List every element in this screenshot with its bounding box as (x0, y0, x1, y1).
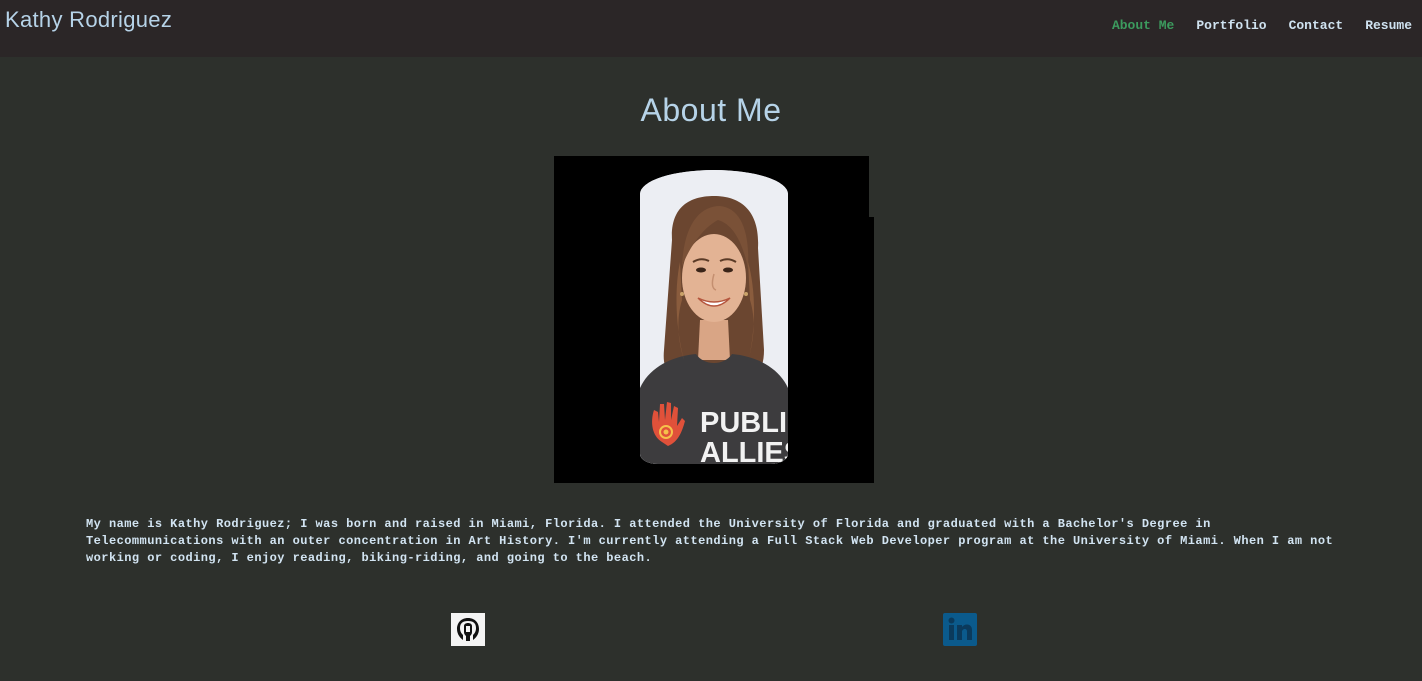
nav-links: About Me Portfolio Contact Resume (1112, 18, 1412, 33)
github-icon (451, 613, 485, 646)
portrait-image: PUBLIC ALLIES (640, 170, 788, 464)
linkedin-link[interactable] (943, 613, 977, 646)
page-title: About Me (640, 92, 782, 128)
linkedin-icon (943, 613, 977, 646)
nav-about-me[interactable]: About Me (1112, 18, 1174, 33)
photo-notch (869, 156, 874, 217)
shirt-text-top: PUBLIC (700, 407, 788, 439)
profile-photo: PUBLIC ALLIES (554, 156, 874, 483)
shirt-text-bottom: ALLIES (700, 437, 788, 464)
bio-paragraph: My name is Kathy Rodriguez; I was born a… (86, 517, 1334, 565)
nav-resume[interactable]: Resume (1365, 18, 1412, 33)
site-brand[interactable]: Kathy Rodriguez (5, 7, 172, 33)
nav-contact[interactable]: Contact (1289, 18, 1344, 33)
github-link[interactable] (451, 613, 485, 646)
top-navbar: Kathy Rodriguez About Me Portfolio Conta… (0, 0, 1422, 57)
nav-portfolio[interactable]: Portfolio (1196, 18, 1266, 33)
